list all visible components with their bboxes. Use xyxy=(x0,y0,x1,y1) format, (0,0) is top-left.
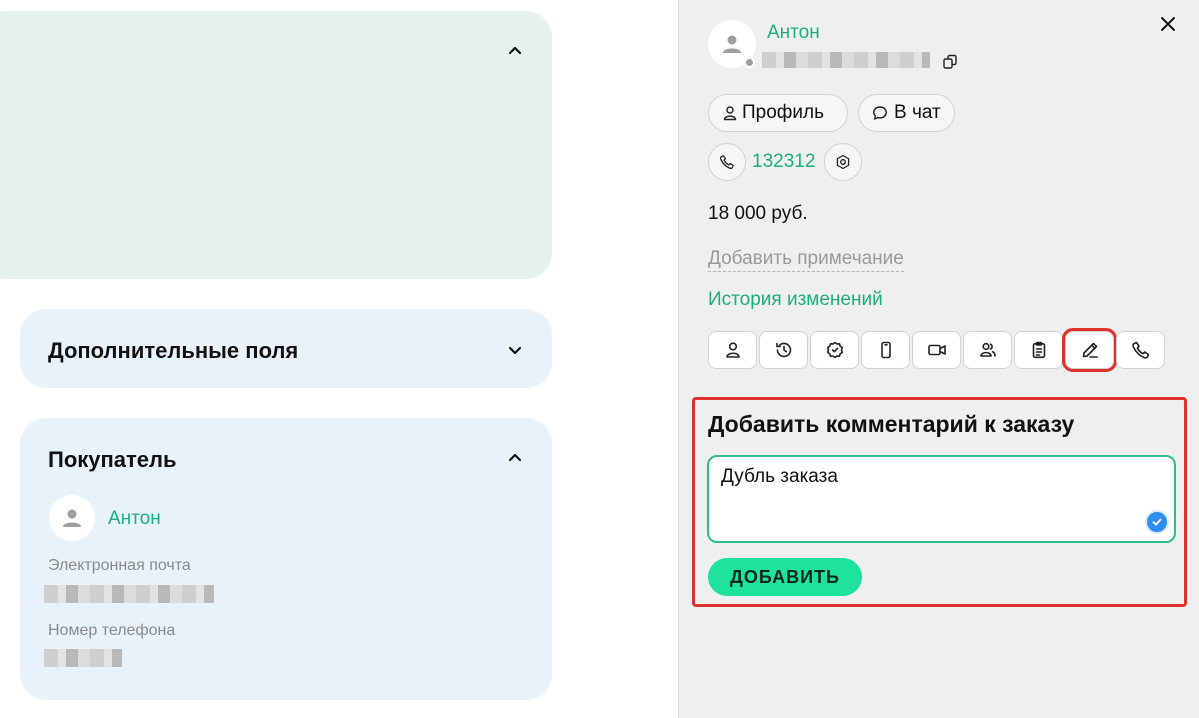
call-button[interactable] xyxy=(708,143,746,181)
collapse-chevron-up-icon[interactable] xyxy=(505,447,525,467)
clipboard-icon xyxy=(1032,341,1045,359)
chat-button[interactable]: В чат xyxy=(858,94,955,132)
additional-fields-card[interactable]: Дополнительные поля xyxy=(20,309,552,388)
phone-label: Номер телефона xyxy=(48,622,176,639)
user-silhouette-icon xyxy=(63,509,81,527)
mobile-icon xyxy=(880,341,891,359)
buyer-title: Покупатель xyxy=(48,447,177,472)
collapse-chevron-up-icon[interactable] xyxy=(505,40,525,60)
users-icon xyxy=(979,342,996,357)
buyer-name-link[interactable]: Антон xyxy=(108,508,161,530)
email-label: Электронная почта xyxy=(48,557,191,574)
add-comment-button[interactable]: ДОБАВИТЬ xyxy=(708,558,862,596)
customer-name-link[interactable]: Антон xyxy=(767,22,820,44)
phone-icon xyxy=(719,155,734,170)
email-value-redacted xyxy=(44,585,214,603)
additional-fields-title: Дополнительные поля xyxy=(48,338,299,363)
spellcheck-check-icon[interactable] xyxy=(1145,510,1169,534)
toolbar-badge-button[interactable] xyxy=(810,331,859,369)
order-summary-card xyxy=(0,11,552,279)
verified-badge-button[interactable] xyxy=(824,143,862,181)
user-icon xyxy=(725,342,740,358)
copy-icon[interactable] xyxy=(942,54,958,70)
profile-button-label: Профиль xyxy=(742,102,825,123)
toolbar-users-button[interactable] xyxy=(963,331,1012,369)
toolbar-history-button[interactable] xyxy=(759,331,808,369)
toolbar-comment-button[interactable] xyxy=(1062,328,1117,372)
add-note-link[interactable]: Добавить примечание xyxy=(708,248,904,272)
buyer-card: Покупатель Антон Электронная почта Номер… xyxy=(20,418,552,700)
user-silhouette-icon xyxy=(723,35,741,53)
chat-button-label: В чат xyxy=(894,102,941,123)
order-amount: 18 000 руб. xyxy=(708,203,808,224)
comment-section-title: Добавить комментарий к заказу xyxy=(708,411,1075,437)
comment-text: Дубль заказа xyxy=(721,466,838,487)
buyer-avatar xyxy=(49,495,95,541)
history-icon xyxy=(775,342,791,358)
toolbar-video-button[interactable] xyxy=(912,331,961,369)
badge-icon xyxy=(826,341,843,359)
video-icon xyxy=(927,344,946,356)
close-icon[interactable] xyxy=(1159,15,1177,33)
change-history-link[interactable]: История изменений xyxy=(708,289,883,311)
chat-bubble-icon xyxy=(873,106,887,120)
pencil-icon xyxy=(1082,342,1098,358)
phone-value-redacted xyxy=(44,649,122,667)
user-icon xyxy=(723,106,737,121)
comment-textarea[interactable]: Дубль заказа xyxy=(707,455,1176,543)
action-toolbar xyxy=(708,328,1165,372)
profile-button[interactable]: Профиль xyxy=(708,94,848,132)
hex-badge-icon xyxy=(836,154,850,170)
toolbar-profile-button[interactable] xyxy=(708,331,757,369)
toolbar-call-button[interactable] xyxy=(1116,331,1165,369)
toolbar-clipboard-button[interactable] xyxy=(1014,331,1063,369)
online-status-dot xyxy=(744,57,755,68)
customer-contact-redacted xyxy=(762,52,930,68)
toolbar-mobile-button[interactable] xyxy=(861,331,910,369)
phone-number[interactable]: 132312 xyxy=(752,151,815,173)
phone-icon xyxy=(1131,341,1149,359)
expand-chevron-down-icon[interactable] xyxy=(505,340,525,360)
